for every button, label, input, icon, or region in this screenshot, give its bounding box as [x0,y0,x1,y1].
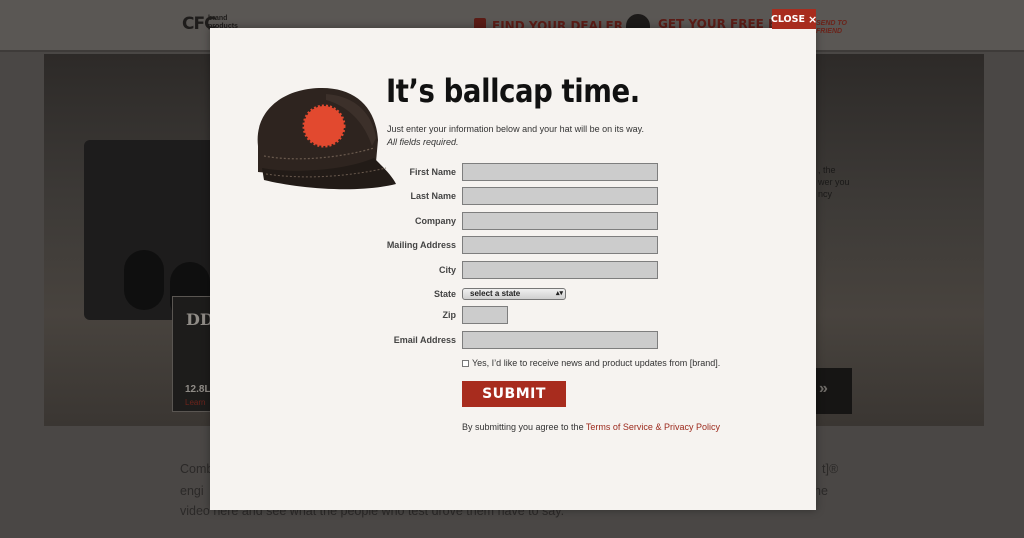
close-icon: × [807,12,818,26]
select-arrows-icon: ▴▾ [555,290,563,297]
modal-intro: Just enter your information below and yo… [387,124,644,134]
state-select-value: select a state [470,289,521,298]
hero-right-line: , the [818,165,836,175]
body-text-line: he [814,484,828,498]
truck-wheel [124,250,164,310]
zip-label: Zip [442,310,457,320]
terms-text: By submitting you agree to the Terms of … [462,422,720,432]
last-name-label: Last Name [410,191,456,201]
modal-headline: It’s ballcap time. [386,72,640,110]
send-to-friend-link[interactable]: SEND TO FRIEND [816,20,847,36]
first-name-label: First Name [409,167,456,177]
company-input[interactable] [462,212,658,230]
mailing-address-label: Mailing Address [386,240,456,250]
city-input[interactable] [462,261,658,279]
company-label: Company [414,216,456,226]
hero-right-line: wer you [818,177,850,187]
close-button[interactable]: CLOSE × [770,9,818,29]
ballcap-image [236,76,400,202]
submit-button[interactable]: SUBMIT [462,381,566,407]
city-label: City [438,265,456,275]
hero-right-line: ncy [818,189,833,199]
first-name-input[interactable] [462,163,658,181]
terms-prefix: By submitting you agree to the [462,422,586,432]
email-input[interactable] [462,331,658,349]
last-name-input[interactable] [462,187,658,205]
email-label: Email Address [393,335,456,345]
zip-input[interactable] [462,306,508,324]
body-text-line: engi [180,484,204,498]
close-label: CLOSE [770,13,805,25]
required-note: All fields required. [387,137,459,147]
body-text-line: t]® [822,462,839,476]
hero-panel-link[interactable]: Learn [185,398,205,407]
newsletter-checkbox[interactable] [462,360,469,367]
body-text-line: Comb [180,462,214,476]
mailing-address-input[interactable] [462,236,658,254]
double-chevron-right-icon: » [819,380,828,397]
hero-panel-number: 12.8L [185,384,211,395]
terms-link[interactable]: Terms of Service & Privacy Policy [586,422,720,432]
state-label: State [433,289,456,299]
newsletter-label: Yes, I’d like to receive news and produc… [472,358,721,368]
hero-right-text: , the wer you ncy [818,164,850,200]
state-select[interactable]: select a state ▴▾ [462,288,566,300]
